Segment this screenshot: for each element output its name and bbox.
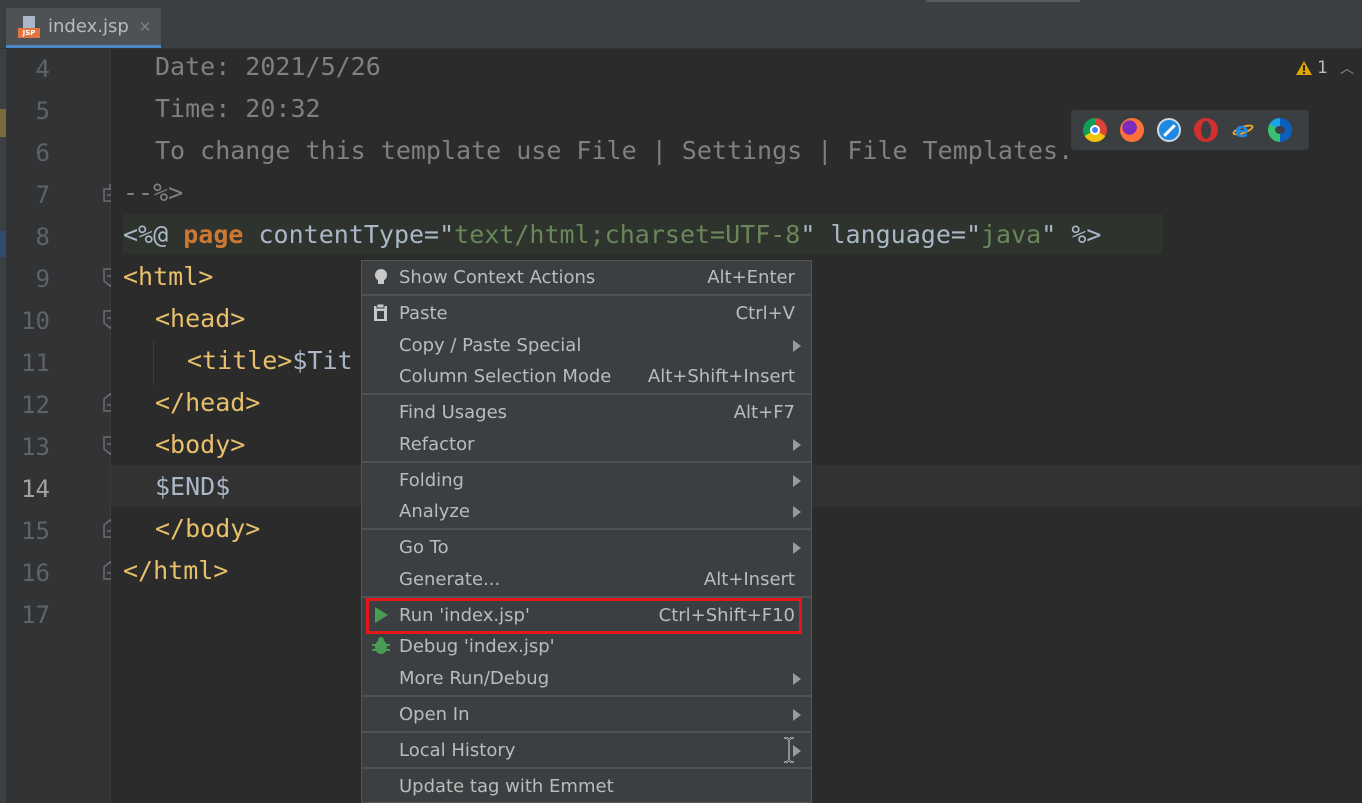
code-line-12: </head>	[155, 388, 261, 417]
menu-item-refactor[interactable]: Refactor	[362, 429, 811, 460]
inspection-widget[interactable]: 1 ︿	[1295, 58, 1354, 78]
browser-popup: e	[1071, 110, 1309, 150]
chrome-icon[interactable]	[1083, 118, 1107, 142]
safari-icon[interactable]	[1157, 118, 1181, 142]
code-line-13: <body>	[155, 430, 246, 459]
line-number: 13	[21, 433, 50, 461]
line-number: 12	[21, 391, 50, 419]
line-number: 17	[21, 601, 50, 629]
line-number: 10	[21, 307, 50, 335]
menu-item-update-tag-emmet[interactable]: Update tag with Emmet	[362, 771, 811, 802]
submenu-arrow-icon	[793, 673, 801, 685]
lightbulb-icon	[375, 269, 387, 284]
submenu-arrow-icon	[793, 542, 801, 554]
code-line-7: --%>	[123, 178, 184, 207]
menu-item-debug[interactable]: Debug 'index.jsp'	[362, 631, 811, 662]
indent-guide	[153, 341, 154, 385]
warning-icon	[1296, 61, 1313, 75]
menu-separator	[362, 294, 811, 296]
code-line-8: <%@ page contentType="text/html;charset=…	[123, 220, 1102, 249]
code-line-11: <title>$Tit	[187, 346, 353, 375]
line-number: 11	[21, 349, 50, 377]
menu-separator	[362, 767, 811, 769]
submenu-arrow-icon	[793, 506, 801, 518]
code-line-16: </html>	[123, 556, 229, 585]
tab-index-jsp[interactable]: JSP index.jsp ✕	[6, 8, 162, 48]
submenu-arrow-icon	[793, 439, 801, 451]
line-number: 15	[21, 517, 50, 545]
code-line-14: $END$	[155, 472, 231, 501]
menu-item-analyze[interactable]: Analyze	[362, 496, 811, 527]
menu-item-generate[interactable]: Generate... Alt+Insert	[362, 564, 811, 595]
menu-separator	[362, 695, 811, 697]
code-line-6: To change this template use File | Setti…	[155, 136, 1074, 165]
close-icon[interactable]: ✕	[139, 18, 152, 36]
warning-count: 1	[1317, 58, 1328, 78]
menu-item-go-to[interactable]: Go To	[362, 532, 811, 563]
editor-tab-bar: JSP index.jsp ✕	[0, 0, 1362, 49]
line-number: 9	[35, 265, 50, 293]
run-highlight-box	[366, 598, 802, 634]
menu-item-more-run-debug[interactable]: More Run/Debug	[362, 663, 811, 694]
opera-icon[interactable]	[1194, 118, 1218, 142]
context-menu: Show Context Actions Alt+Enter Paste Ctr…	[361, 260, 812, 803]
debug-bug-icon	[372, 637, 390, 654]
code-line-15: </body>	[155, 514, 261, 543]
text-cursor-icon	[784, 737, 794, 763]
line-number: 16	[21, 559, 50, 587]
menu-item-copy-paste-special[interactable]: Copy / Paste Special	[362, 330, 811, 361]
line-number: 5	[35, 97, 50, 125]
tab-bar-scrollbar[interactable]	[926, 0, 1080, 2]
code-line-5: Time: 20:32	[155, 94, 321, 123]
line-number: 6	[35, 139, 50, 167]
menu-separator	[362, 461, 811, 463]
menu-item-folding[interactable]: Folding	[362, 465, 811, 496]
menu-separator	[362, 528, 811, 530]
jsp-file-icon: JSP	[18, 15, 40, 38]
menu-item-show-context-actions[interactable]: Show Context Actions Alt+Enter	[362, 262, 811, 293]
firefox-icon[interactable]	[1120, 118, 1144, 142]
menu-separator	[362, 731, 811, 733]
code-line-9: <html>	[123, 262, 214, 291]
line-number: 8	[35, 223, 50, 251]
menu-item-find-usages[interactable]: Find Usages Alt+F7	[362, 397, 811, 428]
code-line-4: Date: 2021/5/26	[155, 52, 381, 81]
menu-item-column-selection-mode[interactable]: Column Selection Mode Alt+Shift+Insert	[362, 361, 811, 392]
submenu-arrow-icon	[793, 475, 801, 487]
code-line-10: <head>	[155, 304, 246, 333]
line-number: 4	[35, 55, 50, 83]
chevron-up-icon[interactable]: ︿	[1340, 58, 1354, 78]
submenu-arrow-icon	[793, 709, 801, 721]
line-number-current: 14	[21, 475, 50, 503]
edge-icon[interactable]	[1268, 118, 1292, 142]
clipboard-icon	[374, 303, 387, 321]
line-number-gutter: 4 5 6 7 8 9 10 11 12 13 14 15 16 17	[6, 49, 111, 803]
tab-label: index.jsp	[48, 16, 129, 37]
line-number: 7	[35, 181, 50, 209]
menu-separator	[362, 393, 811, 395]
submenu-arrow-icon	[793, 340, 801, 352]
ie-icon[interactable]: e	[1231, 118, 1255, 142]
menu-item-paste[interactable]: Paste Ctrl+V	[362, 298, 811, 329]
menu-item-local-history[interactable]: Local History	[362, 735, 811, 766]
menu-item-open-in[interactable]: Open In	[362, 699, 811, 730]
